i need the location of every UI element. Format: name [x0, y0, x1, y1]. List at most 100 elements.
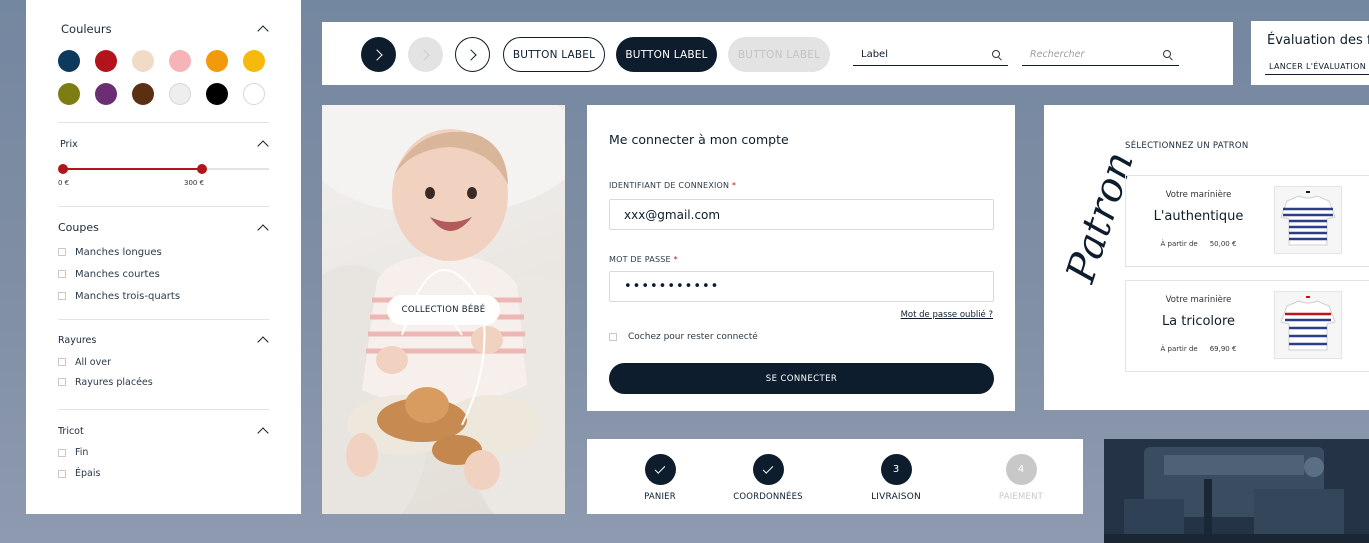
- step-label: LIVRAISON: [871, 492, 921, 502]
- checkbox-option[interactable]: Épais: [58, 463, 269, 484]
- filter-stripes: Rayures All over Rayures placées: [58, 320, 269, 410]
- evaluation-card: Évaluation des fr LANCER L'ÉVALUATION: [1251, 21, 1369, 85]
- option-label: All over: [75, 356, 111, 368]
- checkbox[interactable]: [58, 469, 66, 478]
- password-label-text: MOT DE PASSE: [609, 255, 671, 264]
- checkout-stepper: PANIER COORDONNÉES 3 LIVRAISON 4 PAIEMEN…: [587, 439, 1083, 514]
- filter-price: Prix 0 € 300 €: [58, 123, 269, 207]
- filter-cuts-header[interactable]: Coupes: [58, 221, 269, 236]
- chevron-up-icon[interactable]: [257, 336, 269, 348]
- color-swatch[interactable]: [58, 83, 80, 105]
- pattern-price-line: À partir de 69,90 €: [1126, 345, 1271, 353]
- checkbox-option[interactable]: Rayures placées: [58, 372, 269, 392]
- color-swatch[interactable]: [95, 50, 117, 72]
- start-evaluation-link[interactable]: LANCER L'ÉVALUATION: [1265, 59, 1369, 75]
- checkbox-option[interactable]: All over: [58, 352, 269, 372]
- filter-colors: Couleurs: [58, 0, 269, 123]
- pattern-subtitle: Votre marinière: [1165, 190, 1232, 200]
- sewing-machine-illustration: [1104, 439, 1369, 543]
- login-title: Me connecter à mon compte: [609, 132, 789, 147]
- login-submit-button[interactable]: SE CONNECTER: [609, 363, 994, 394]
- forgot-password-link[interactable]: Mot de passe oublié ?: [901, 310, 993, 320]
- chevron-up-icon[interactable]: [257, 223, 269, 236]
- pattern-name: L'authentique: [1153, 209, 1244, 224]
- step-indicator: 4: [1005, 454, 1037, 485]
- login-id-input[interactable]: xxx@gmail.com: [609, 199, 994, 230]
- color-swatch[interactable]: [132, 50, 154, 72]
- patron-script-logo: Patron: [1062, 146, 1132, 285]
- next-button-disabled[interactable]: [408, 37, 443, 72]
- search-input[interactable]: Rechercher: [1022, 44, 1179, 66]
- button-toolbar: BUTTON LABEL BUTTON LABEL BUTTON LABEL L…: [322, 22, 1233, 85]
- color-swatch[interactable]: [132, 83, 154, 105]
- checkbox[interactable]: [58, 448, 66, 457]
- step-paiement[interactable]: 4 PAIEMENT: [981, 454, 1061, 502]
- checkbox[interactable]: [58, 378, 66, 386]
- checkmark-icon: [654, 462, 666, 474]
- remember-me-row[interactable]: Cochez pour rester connecté: [609, 332, 758, 342]
- color-swatch[interactable]: [206, 83, 228, 105]
- pattern-card[interactable]: Votre marinière L'authentique À partir d…: [1125, 175, 1369, 267]
- required-asterisk: *: [673, 255, 678, 264]
- step-indicator: [752, 454, 784, 485]
- color-swatch[interactable]: [169, 50, 191, 72]
- slider-min-handle[interactable]: [58, 164, 68, 174]
- checkbox-option[interactable]: Manches courtes: [58, 263, 269, 285]
- color-swatch[interactable]: [58, 50, 80, 72]
- filter-knit-title: Tricot: [58, 425, 84, 437]
- slider-max-handle[interactable]: [197, 164, 207, 174]
- search-icon[interactable]: [1163, 49, 1173, 60]
- color-swatch[interactable]: [206, 50, 228, 72]
- step-coordonnees[interactable]: COORDONNÉES: [728, 454, 808, 502]
- color-swatch[interactable]: [243, 50, 265, 72]
- filter-cuts: Coupes Manches longues Manches courtes M…: [58, 207, 269, 320]
- baby-collection-image: COLLECTION BÉBÉ: [322, 105, 565, 514]
- color-swatch[interactable]: [95, 83, 117, 105]
- tricolor-shirt-image: [1280, 296, 1336, 351]
- checkbox[interactable]: [58, 358, 66, 366]
- collection-bebe-button[interactable]: COLLECTION BÉBÉ: [387, 295, 500, 325]
- pattern-card[interactable]: Votre marinière La tricolore À partir de…: [1125, 280, 1369, 372]
- password-input[interactable]: •••••••••••: [609, 271, 994, 302]
- filter-colors-header[interactable]: Couleurs: [58, 22, 269, 37]
- next-button-filled[interactable]: [361, 37, 396, 72]
- option-label: Manches trois-quarts: [75, 290, 181, 302]
- option-label: Rayures placées: [75, 376, 153, 388]
- primary-button[interactable]: BUTTON LABEL: [616, 37, 717, 72]
- checkbox[interactable]: [58, 248, 66, 256]
- filter-knit-header[interactable]: Tricot: [58, 425, 269, 439]
- next-button-outline[interactable]: [455, 37, 490, 72]
- checkbox-option[interactable]: Manches longues: [58, 241, 269, 263]
- pattern-name: La tricolore: [1161, 314, 1236, 329]
- pattern-selector: Patron SÉLECTIONNEZ UN PATRON Votre mari…: [1044, 105, 1369, 410]
- step-panier[interactable]: PANIER: [620, 454, 700, 502]
- chevron-up-icon[interactable]: [257, 427, 269, 439]
- filter-price-header[interactable]: Prix: [58, 138, 269, 152]
- color-swatch[interactable]: [169, 83, 191, 105]
- filter-panel: Couleurs Prix 0 € 300 € Coupes Manches l…: [26, 0, 301, 514]
- password-value: •••••••••••: [624, 279, 720, 294]
- outline-button[interactable]: BUTTON LABEL: [503, 37, 605, 72]
- search-icon[interactable]: [992, 49, 1002, 60]
- checkbox-option[interactable]: Manches trois-quarts: [58, 285, 269, 307]
- disabled-button[interactable]: BUTTON LABEL: [728, 37, 830, 72]
- color-swatch[interactable]: [243, 83, 265, 105]
- search-input-label[interactable]: Label: [853, 44, 1008, 66]
- chevron-up-icon[interactable]: [257, 140, 269, 152]
- chevron-up-icon[interactable]: [257, 25, 269, 37]
- filter-price-title: Prix: [60, 138, 78, 150]
- chevron-right-icon: [418, 48, 430, 61]
- step-livraison[interactable]: 3 LIVRAISON: [856, 454, 936, 502]
- price-range-slider[interactable]: 0 € 300 €: [58, 158, 269, 188]
- checkbox-option[interactable]: Fin: [58, 442, 269, 463]
- filter-stripes-header[interactable]: Rayures: [58, 334, 269, 348]
- checkbox[interactable]: [58, 292, 66, 300]
- checkbox[interactable]: [58, 270, 66, 278]
- patron-script-text: Patron: [1062, 146, 1132, 285]
- login-id-label: IDENTIFIANT DE CONNEXION *: [609, 181, 736, 190]
- required-asterisk: *: [732, 181, 737, 190]
- pattern-subtitle: Votre marinière: [1165, 295, 1232, 305]
- option-label: Épais: [75, 468, 101, 479]
- search-input-value: Label: [861, 49, 888, 60]
- remember-me-checkbox[interactable]: [609, 333, 617, 341]
